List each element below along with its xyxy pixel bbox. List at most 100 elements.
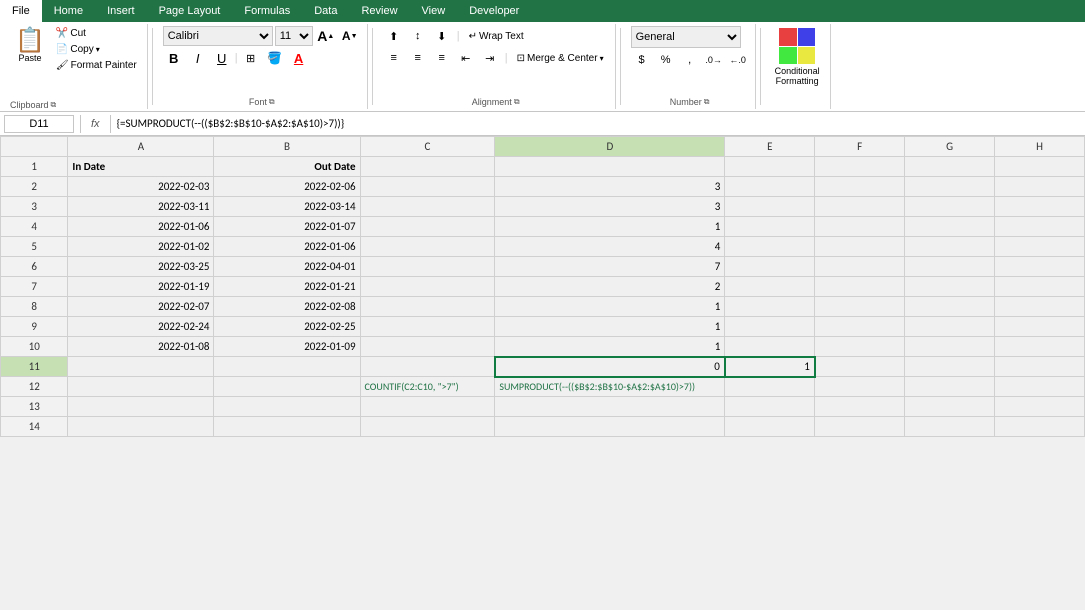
cell-F4[interactable] xyxy=(815,217,905,237)
number-format-select[interactable]: General xyxy=(631,26,741,48)
formula-input[interactable] xyxy=(117,117,1081,130)
cell-A4[interactable]: 2022-01-06 xyxy=(68,217,214,237)
cell-H10[interactable] xyxy=(995,337,1085,357)
format-painter-button[interactable]: 🖌 Format Painter xyxy=(52,58,141,73)
fill-color-button[interactable]: 🪣 xyxy=(264,48,286,68)
cell-G9[interactable] xyxy=(905,317,995,337)
cell-B9[interactable]: 2022-02-25 xyxy=(214,317,360,337)
alignment-expand-icon[interactable]: ⧉ xyxy=(514,97,520,107)
cell-E2[interactable] xyxy=(725,177,815,197)
cell-C12[interactable]: COUNTIF(C2:C10, ">7") xyxy=(360,377,495,397)
cell-E10[interactable] xyxy=(725,337,815,357)
cell-G14[interactable] xyxy=(905,417,995,437)
row-header-11[interactable]: 11 xyxy=(1,357,68,377)
col-header-F[interactable]: F xyxy=(815,137,905,157)
cell-D12[interactable]: SUMPRODUCT(--(($B$2:$B$10-$A$2:$A$10)>7)… xyxy=(495,377,725,397)
cell-G8[interactable] xyxy=(905,297,995,317)
cell-C13[interactable] xyxy=(360,397,495,417)
align-right-button[interactable]: ≡ xyxy=(431,48,453,68)
tab-page-layout[interactable]: Page Layout xyxy=(147,0,233,22)
cut-button[interactable]: ✂️ Cut xyxy=(52,26,141,41)
accounting-button[interactable]: $ xyxy=(631,50,653,70)
align-top-button[interactable]: ⬆ xyxy=(383,26,405,46)
cell-E9[interactable] xyxy=(725,317,815,337)
row-header-13[interactable]: 13 xyxy=(1,397,68,417)
col-header-D[interactable]: D xyxy=(495,137,725,157)
cell-H14[interactable] xyxy=(995,417,1085,437)
cell-A1[interactable]: In Date xyxy=(68,157,214,177)
cell-B4[interactable]: 2022-01-07 xyxy=(214,217,360,237)
cell-A14[interactable] xyxy=(68,417,214,437)
cell-H12[interactable] xyxy=(995,377,1085,397)
font-family-select[interactable]: Calibri xyxy=(163,26,273,46)
tab-file[interactable]: File xyxy=(0,0,42,22)
indent-decrease-button[interactable]: ⇤ xyxy=(455,48,477,68)
cell-E11[interactable]: 1 xyxy=(725,357,815,377)
cell-G4[interactable] xyxy=(905,217,995,237)
cell-H2[interactable] xyxy=(995,177,1085,197)
comma-button[interactable]: , xyxy=(679,50,701,70)
wrap-text-button[interactable]: ↵ Wrap Text xyxy=(464,26,529,46)
cell-A7[interactable]: 2022-01-19 xyxy=(68,277,214,297)
merge-center-button[interactable]: ⊡ Merge & Center ▾ xyxy=(512,48,609,68)
cell-A9[interactable]: 2022-02-24 xyxy=(68,317,214,337)
increase-font-button[interactable]: A▲ xyxy=(315,26,337,46)
cell-A5[interactable]: 2022-01-02 xyxy=(68,237,214,257)
cell-C8[interactable] xyxy=(360,297,495,317)
cell-F13[interactable] xyxy=(815,397,905,417)
cell-H6[interactable] xyxy=(995,257,1085,277)
row-header-2[interactable]: 2 xyxy=(1,177,68,197)
cell-B6[interactable]: 2022-04-01 xyxy=(214,257,360,277)
cell-G13[interactable] xyxy=(905,397,995,417)
cell-F6[interactable] xyxy=(815,257,905,277)
cell-C6[interactable] xyxy=(360,257,495,277)
cell-G2[interactable] xyxy=(905,177,995,197)
cell-F9[interactable] xyxy=(815,317,905,337)
font-expand-icon[interactable]: ⧉ xyxy=(269,97,275,107)
row-header-10[interactable]: 10 xyxy=(1,337,68,357)
tab-formulas[interactable]: Formulas xyxy=(232,0,302,22)
cell-D4[interactable]: 1 xyxy=(495,217,725,237)
cell-D6[interactable]: 7 xyxy=(495,257,725,277)
cell-D2[interactable]: 3 xyxy=(495,177,725,197)
cell-B11[interactable] xyxy=(214,357,360,377)
row-header-12[interactable]: 12 xyxy=(1,377,68,397)
tab-view[interactable]: View xyxy=(410,0,458,22)
row-header-1[interactable]: 1 xyxy=(1,157,68,177)
cell-C7[interactable] xyxy=(360,277,495,297)
cell-H1[interactable] xyxy=(995,157,1085,177)
decrease-font-button[interactable]: A▼ xyxy=(339,26,361,46)
cell-F12[interactable] xyxy=(815,377,905,397)
cell-B10[interactable]: 2022-01-09 xyxy=(214,337,360,357)
row-header-6[interactable]: 6 xyxy=(1,257,68,277)
cell-H13[interactable] xyxy=(995,397,1085,417)
cell-G11[interactable] xyxy=(905,357,995,377)
row-header-9[interactable]: 9 xyxy=(1,317,68,337)
cell-E7[interactable] xyxy=(725,277,815,297)
cell-H3[interactable] xyxy=(995,197,1085,217)
cell-G10[interactable] xyxy=(905,337,995,357)
cell-E5[interactable] xyxy=(725,237,815,257)
decrease-decimal-button[interactable]: ←.0 xyxy=(727,50,749,70)
cell-H7[interactable] xyxy=(995,277,1085,297)
cell-A11[interactable] xyxy=(68,357,214,377)
font-color-button[interactable]: A xyxy=(288,48,310,68)
cell-G5[interactable] xyxy=(905,237,995,257)
align-left-button[interactable]: ≡ xyxy=(383,48,405,68)
paste-button[interactable]: 📋 Paste xyxy=(10,26,50,66)
align-middle-button[interactable]: ↕ xyxy=(407,26,429,46)
cell-D11[interactable]: 0 xyxy=(495,357,725,377)
col-header-C[interactable]: C xyxy=(360,137,495,157)
cell-C4[interactable] xyxy=(360,217,495,237)
cell-G12[interactable] xyxy=(905,377,995,397)
cell-C14[interactable] xyxy=(360,417,495,437)
copy-button[interactable]: 📄 Copy ▾ xyxy=(52,42,141,57)
cell-F14[interactable] xyxy=(815,417,905,437)
col-header-G[interactable]: G xyxy=(905,137,995,157)
cell-H11[interactable] xyxy=(995,357,1085,377)
cell-E4[interactable] xyxy=(725,217,815,237)
align-bottom-button[interactable]: ⬇ xyxy=(431,26,453,46)
cell-B8[interactable]: 2022-02-08 xyxy=(214,297,360,317)
cell-C11[interactable] xyxy=(360,357,495,377)
cell-F1[interactable] xyxy=(815,157,905,177)
